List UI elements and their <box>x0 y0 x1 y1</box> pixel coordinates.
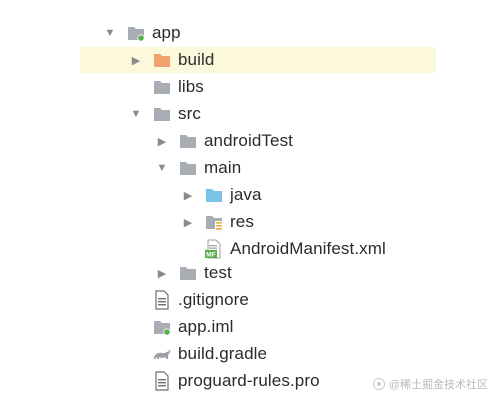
folder-icon <box>178 263 198 283</box>
expand-arrow-icon[interactable]: ▼ <box>104 20 116 46</box>
folder-icon <box>178 131 198 151</box>
tree-row-java[interactable]: ▶ java <box>0 182 496 208</box>
collapse-arrow-icon[interactable]: ▶ <box>182 209 194 235</box>
tree-row-gitignore[interactable]: .gitignore <box>0 287 496 313</box>
watermark-logo-icon <box>372 378 385 390</box>
text-file-icon <box>152 371 172 391</box>
collapse-arrow-icon[interactable]: ▶ <box>182 182 194 208</box>
tree-row-androidtest[interactable]: ▶ androidTest <box>0 128 496 154</box>
tree-row-label: build.gradle <box>178 344 268 363</box>
collapse-arrow-icon[interactable]: ▶ <box>130 47 142 73</box>
build-folder-icon <box>152 50 172 70</box>
collapse-arrow-icon[interactable]: ▶ <box>156 260 168 286</box>
tree-row-label: src <box>178 104 201 123</box>
folder-icon <box>152 104 172 124</box>
collapse-arrow-icon[interactable]: ▶ <box>156 128 168 154</box>
tree-row-label: res <box>230 212 254 231</box>
watermark: @稀土掘金技术社区 <box>372 376 488 392</box>
tree-row-label: build <box>178 50 215 69</box>
expand-arrow-icon[interactable]: ▼ <box>156 155 168 181</box>
tree-row-app[interactable]: ▼ app <box>0 20 496 46</box>
tree-row-main[interactable]: ▼ main <box>0 155 496 181</box>
folder-icon <box>178 158 198 178</box>
watermark-text: @稀土掘金技术社区 <box>388 379 488 391</box>
tree-row-app-iml[interactable]: app.iml <box>0 314 496 340</box>
manifest-file-icon: MF <box>204 239 224 259</box>
folder-icon <box>152 77 172 97</box>
project-tree: ▼ app ▶ build libs ▼ src ▶ androidTest ▼… <box>0 0 496 406</box>
tree-row-androidmanifest[interactable]: MF AndroidManifest.xml <box>0 236 496 262</box>
tree-row-build[interactable]: ▶ build <box>80 47 436 73</box>
gradle-icon <box>152 344 172 364</box>
svg-text:MF: MF <box>206 252 215 259</box>
tree-row-libs[interactable]: libs <box>0 74 496 100</box>
tree-row-label: main <box>204 158 242 177</box>
tree-row-label: AndroidManifest.xml <box>230 239 386 258</box>
tree-row-label: test <box>204 263 232 282</box>
tree-row-label: androidTest <box>204 131 293 150</box>
tree-row-label: java <box>230 185 262 204</box>
tree-row-label: libs <box>178 77 204 96</box>
tree-row-label: app <box>152 23 181 42</box>
module-folder-icon <box>126 23 146 43</box>
module-file-icon <box>152 317 172 337</box>
text-file-icon <box>152 290 172 310</box>
tree-row-src[interactable]: ▼ src <box>0 101 496 127</box>
source-folder-icon <box>204 185 224 205</box>
tree-row-label: app.iml <box>178 317 234 336</box>
expand-arrow-icon[interactable]: ▼ <box>130 101 142 127</box>
tree-row-res[interactable]: ▶ res <box>0 209 496 235</box>
tree-row-build-gradle[interactable]: build.gradle <box>0 341 496 367</box>
tree-row-label: .gitignore <box>178 290 249 309</box>
tree-row-test[interactable]: ▶ test <box>0 260 496 286</box>
resource-folder-icon <box>204 212 224 232</box>
tree-row-label: proguard-rules.pro <box>178 371 320 390</box>
